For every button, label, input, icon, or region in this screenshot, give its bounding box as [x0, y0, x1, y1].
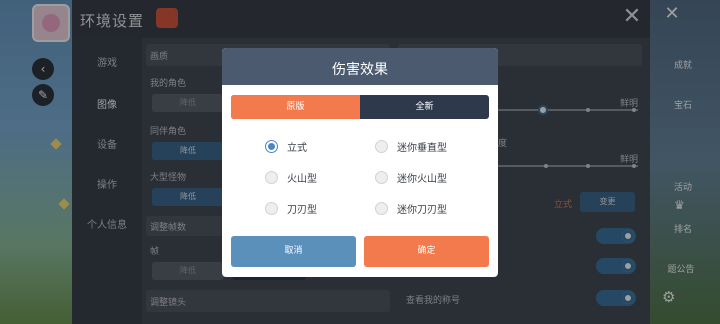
option-label: 刀刃型 [287, 204, 317, 216]
dialog-title: 伤害效果 [332, 62, 388, 78]
tab-classic[interactable]: 原版 [231, 95, 360, 119]
damage-effect-dialog: 伤害效果 原版 全新 立式 迷你垂直型 火山型 迷你火山型 刀刃型 迷你刀刃型 … [222, 48, 498, 277]
option-volcano[interactable]: 火山型 [265, 169, 317, 185]
option-label: 迷你火山型 [397, 173, 447, 185]
option-blade[interactable]: 刀刃型 [265, 200, 317, 216]
radio-selected-icon [265, 139, 278, 153]
option-label: 迷你垂直型 [397, 142, 447, 154]
radio-empty-icon [265, 201, 278, 215]
option-mini-vertical[interactable]: 迷你垂直型 [375, 138, 447, 154]
style-tabs: 原版 全新 [231, 95, 489, 119]
radio-empty-icon [375, 139, 388, 153]
option-label: 火山型 [287, 173, 317, 185]
option-mini-volcano[interactable]: 迷你火山型 [375, 169, 447, 185]
cancel-button[interactable]: 取消 [231, 236, 356, 267]
tab-new[interactable]: 全新 [360, 95, 489, 119]
option-label: 迷你刀刃型 [397, 204, 447, 216]
confirm-button[interactable]: 确定 [364, 236, 489, 267]
radio-empty-icon [375, 170, 388, 184]
dialog-header: 伤害效果 [222, 48, 498, 85]
radio-empty-icon [375, 201, 388, 215]
option-mini-blade[interactable]: 迷你刀刃型 [375, 200, 447, 216]
radio-empty-icon [265, 170, 278, 184]
option-standing[interactable]: 立式 [265, 138, 307, 154]
option-label: 立式 [287, 142, 307, 154]
